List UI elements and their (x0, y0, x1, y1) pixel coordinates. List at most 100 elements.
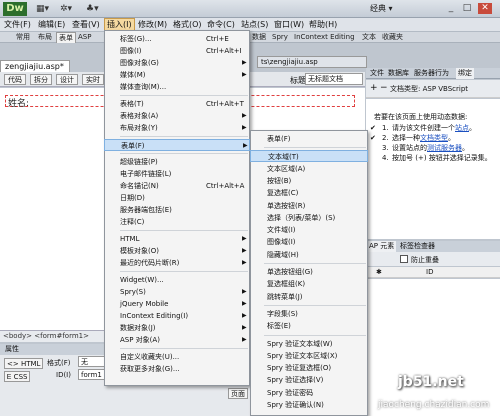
workspace-switcher[interactable]: 经典 ▾ (370, 3, 393, 14)
insert-tab-incontext[interactable]: InContext Editing (292, 32, 357, 43)
insert-menu-item[interactable]: 日期(D) (104, 192, 250, 204)
extend-icon[interactable]: ✲▾ (60, 3, 72, 15)
tab-server-behaviors[interactable]: 服务器行为 (412, 68, 451, 79)
insert-menu-item[interactable]: 超级链接(P) (104, 156, 250, 168)
insert-tab-layout[interactable]: 布局 (36, 32, 54, 43)
form-submenu-item[interactable]: 字段集(S) (250, 308, 368, 320)
split-view-button[interactable]: 拆分 (30, 74, 52, 85)
form-submenu-item[interactable]: 按钮(B) (250, 175, 368, 187)
remove-icon[interactable]: − (380, 84, 388, 93)
page-properties-button[interactable]: 页面 (228, 388, 248, 399)
bindings-intro: 若要在该页面上使用动态数据: (374, 113, 468, 121)
insert-menu-item[interactable]: 模板对象(O) ▶ (104, 245, 250, 257)
site-icon[interactable]: ♣▾ (86, 3, 99, 15)
insert-menu-item[interactable]: 图像(I) Ctrl+Alt+I (104, 45, 250, 57)
form-submenu-item[interactable]: 单选按钮(R) (250, 200, 368, 212)
insert-menu-item[interactable]: 获取更多对象(G)... (104, 363, 250, 375)
live-view-button[interactable]: 实时 (82, 74, 104, 85)
menu-item-label: 图像对象(G) (120, 59, 159, 67)
shortcut-label: Ctrl+Alt+I (206, 47, 242, 55)
insert-menu-item[interactable]: 媒体查询(M)... (104, 81, 250, 93)
insert-menu-item[interactable]: ASP 对象(A) ▶ (104, 334, 250, 346)
insert-tab-forms[interactable]: 表单 (56, 32, 76, 43)
insert-menu-item[interactable]: Widget(W)... (104, 274, 250, 286)
form-submenu-item[interactable]: Spry 验证复选框(O) (250, 362, 368, 374)
form-submenu-item[interactable]: 单选按钮组(G) (250, 266, 368, 278)
form-submenu-item[interactable]: 跳转菜单(J) (250, 291, 368, 303)
insert-tab-text[interactable]: 文本 (360, 32, 378, 43)
insert-menu-item[interactable]: 表格(T) Ctrl+Alt+T (104, 98, 250, 110)
insert-menu-item[interactable]: 服务器端包括(E) (104, 204, 250, 216)
tab-databases[interactable]: 数据库 (386, 68, 411, 79)
insert-menu-item[interactable]: 表格对象(A) ▶ (104, 110, 250, 122)
menu-item-label: 标签(G)... (120, 35, 152, 43)
minimize-icon[interactable]: _ (444, 3, 458, 14)
form-submenu-item[interactable]: Spry 验证密码 (250, 387, 368, 399)
insert-menu-item[interactable]: 数据对象(J) ▶ (104, 322, 250, 334)
maximize-icon[interactable]: □ (460, 3, 474, 14)
form-submenu-item[interactable]: 文件域(I) (250, 224, 368, 236)
insert-tab-favorites[interactable]: 收藏夹 (380, 32, 405, 43)
add-icon[interactable]: + (370, 84, 378, 93)
test-server-link[interactable]: 测试服务器 (427, 144, 462, 152)
insert-menu-item[interactable]: 表单(F) ▶ (104, 139, 250, 151)
insert-menu-item[interactable]: 媒体(M) ▶ (104, 69, 250, 81)
ap-elements-list[interactable] (366, 279, 500, 416)
form-submenu-item[interactable]: 隐藏域(H) (250, 249, 368, 261)
form-submenu-item[interactable]: 文本域(T) (250, 150, 368, 163)
form-submenu-item[interactable]: 复选框(C) (250, 187, 368, 199)
form-submenu-item[interactable]: Spry 验证选择(V) (250, 374, 368, 386)
insert-menu-item[interactable]: 命名锚记(N) Ctrl+Alt+A (104, 180, 250, 192)
site-link[interactable]: 站点 (455, 124, 469, 132)
css-mode-button[interactable]: Ꭼ CSS (4, 371, 31, 382)
form-submenu-item[interactable]: 文本区域(A) (250, 163, 368, 175)
form-submenu-item[interactable]: 复选框组(K) (250, 278, 368, 290)
tab-tag-inspector[interactable]: 标签检查器 (400, 241, 435, 252)
insert-menu-item[interactable]: HTML ▶ (104, 233, 250, 245)
insert-menu-item[interactable]: 自定义收藏夹(U)... (104, 351, 250, 363)
insert-tab-data[interactable]: 数据 (250, 32, 268, 43)
insert-tab-spry[interactable]: Spry (270, 32, 290, 43)
insert-menu-item[interactable]: InContext Editing(I) ▶ (104, 310, 250, 322)
tab-files[interactable]: 文件 (368, 68, 386, 79)
form-submenu-item[interactable]: 表单(F) (250, 133, 368, 145)
insert-menu-item[interactable]: 图像对象(G) ▶ (104, 57, 250, 69)
design-view-button[interactable]: 设计 (56, 74, 78, 85)
layout-icon[interactable]: ▦▾ (36, 3, 49, 15)
close-icon[interactable]: ✕ (478, 3, 492, 14)
document-tab[interactable]: zengjiajiu.asp* (0, 60, 70, 72)
code-view-button[interactable]: 代码 (4, 74, 26, 85)
title-bar (0, 0, 500, 18)
document-path-tab[interactable]: ts\zengjiajiu.asp (257, 56, 367, 68)
id-column-header[interactable]: ID (426, 268, 433, 276)
insert-menu-item[interactable]: 布局对象(Y) ▶ (104, 122, 250, 134)
insert-tab-common[interactable]: 常用 (14, 32, 32, 43)
doc-type-link[interactable]: 文档类型 (420, 134, 448, 142)
form-submenu-item[interactable]: Spry 验证确认(N) (250, 399, 368, 411)
title-input[interactable]: 无标题文档 (305, 73, 363, 85)
html-mode-button[interactable]: <> HTML (4, 358, 44, 369)
form-submenu-item[interactable]: 标签(E) (250, 320, 368, 332)
menu-edit[interactable]: 编辑(E) (36, 18, 67, 32)
insert-menu-item[interactable]: jQuery Mobile ▶ (104, 298, 250, 310)
insert-menu-item[interactable]: Spry(S) ▶ (104, 286, 250, 298)
submenu-arrow-icon: ▶ (242, 324, 247, 331)
insert-menu-item[interactable]: 标签(G)... Ctrl+E (104, 33, 250, 45)
insert-menu-item[interactable]: 最近的代码片断(R) ▶ (104, 257, 250, 269)
menu-help[interactable]: 帮助(H) (307, 18, 339, 32)
menu-window[interactable]: 窗口(W) (272, 18, 306, 32)
insert-tab-asp[interactable]: ASP (76, 32, 93, 43)
insert-menu-item[interactable]: 注释(C) (104, 216, 250, 228)
insert-menu-item[interactable]: 电子邮件链接(L) (104, 168, 250, 180)
submenu-arrow-icon: ▶ (242, 312, 247, 319)
prevent-overlap-checkbox[interactable] (400, 255, 408, 263)
tab-ap-elements[interactable]: AP 元素 (367, 241, 397, 252)
form-submenu-item[interactable]: Spry 验证文本区域(X) (250, 350, 368, 362)
menu-file[interactable]: 文件(F) (2, 18, 33, 32)
step-tail: 。 (462, 144, 469, 152)
tab-bindings[interactable]: 绑定 (456, 68, 474, 79)
form-submenu-item[interactable]: Spry 验证文本域(W) (250, 338, 368, 350)
menu-view[interactable]: 查看(V) (70, 18, 102, 32)
form-submenu-item[interactable]: 选择（列表/菜单）(S) (250, 212, 368, 224)
form-submenu-item[interactable]: 图像域(I) (250, 236, 368, 248)
